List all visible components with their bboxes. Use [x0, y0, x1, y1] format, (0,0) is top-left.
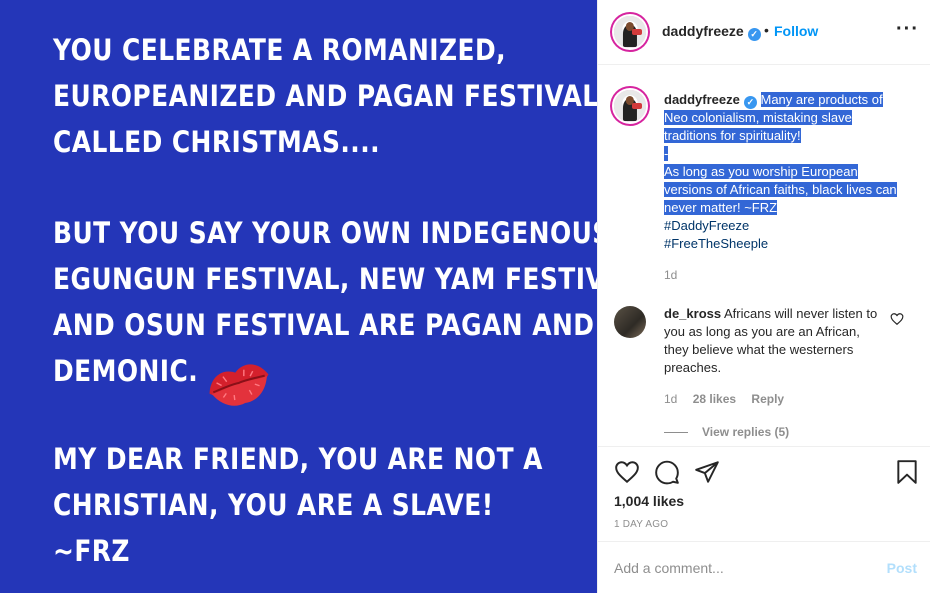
- image-text-paragraph-1: YOU CELEBRATE A ROMANIZED, EUROPEANIZED …: [53, 27, 597, 165]
- image-text-line: AND OSUN FESTIVAL ARE PAGAN AND: [53, 308, 595, 342]
- caption-username[interactable]: daddyfreeze: [664, 92, 740, 107]
- image-text-line: CHRISTIAN, YOU ARE A SLAVE!: [53, 488, 494, 522]
- likes-count[interactable]: 1,004 likes: [614, 493, 684, 509]
- comment-meta: 1d 28 likes Reply: [664, 392, 796, 406]
- follow-button[interactable]: Follow: [774, 23, 818, 39]
- more-options-icon[interactable]: ···: [896, 18, 919, 41]
- comment-input[interactable]: [614, 560, 864, 576]
- image-text-line: MY DEAR FRIEND, YOU ARE NOT A: [53, 442, 543, 476]
- avatar-badge: [632, 102, 642, 109]
- caption-text-line-2: -: [664, 146, 669, 161]
- image-text-line: EUROPEANIZED AND PAGAN FESTIVAL: [53, 79, 597, 113]
- avatar-badge: [632, 28, 642, 35]
- caption-timestamp[interactable]: 1d: [664, 268, 677, 282]
- post-actions: 1,004 likes 1 DAY AGO: [598, 446, 930, 541]
- hashtag-link[interactable]: #DaddyFreeze: [664, 217, 904, 235]
- comment-avatar[interactable]: [614, 306, 646, 338]
- avatar[interactable]: [614, 16, 646, 48]
- header-separator: •: [764, 22, 769, 38]
- add-comment-bar: Post: [598, 541, 930, 593]
- comment-timestamp[interactable]: 1d: [664, 392, 677, 406]
- caption-text-line-3: As long as you worship European versions…: [664, 164, 897, 215]
- image-text-line: DEMONIC.: [53, 354, 199, 388]
- image-text-line: CALLED CHRISTMAS....: [53, 125, 381, 159]
- comment-username[interactable]: de_kross: [664, 306, 721, 321]
- comment-like-heart-icon[interactable]: [890, 312, 904, 326]
- image-text-paragraph-3: MY DEAR FRIEND, YOU ARE NOT A CHRISTIAN,…: [53, 436, 543, 574]
- verified-badge-icon: ✓: [743, 96, 757, 109]
- image-text-paragraph-2: BUT YOU SAY YOUR OWN INDEGENOUS EGUNGUN …: [53, 210, 597, 394]
- share-send-icon[interactable]: [694, 459, 720, 485]
- bookmark-save-icon[interactable]: [894, 459, 920, 485]
- image-text-line: BUT YOU SAY YOUR OWN INDEGENOUS: [53, 216, 597, 250]
- hashtag-link[interactable]: #FreeTheSheeple: [664, 235, 904, 253]
- like-heart-icon[interactable]: [614, 459, 640, 485]
- verified-badge-icon: ✓: [747, 28, 761, 41]
- header-username[interactable]: daddyfreeze: [662, 23, 744, 39]
- image-text-line: YOU CELEBRATE A ROMANIZED,: [53, 33, 507, 67]
- post-image[interactable]: YOU CELEBRATE A ROMANIZED, EUROPEANIZED …: [0, 0, 597, 593]
- view-replies-label[interactable]: View replies (5): [702, 425, 789, 439]
- comment-likes[interactable]: 28 likes: [693, 392, 736, 406]
- view-replies-button[interactable]: View replies (5): [664, 425, 789, 439]
- lips-kiss-icon: [209, 364, 269, 406]
- caption-avatar[interactable]: [614, 90, 646, 122]
- post-header: daddyfreeze ✓ • Follow ···: [598, 0, 930, 65]
- header-username-link[interactable]: daddyfreeze ✓: [662, 23, 761, 41]
- image-text-line: ~FRZ: [53, 534, 130, 568]
- comment: de_kross Africans will never listen to y…: [664, 305, 884, 377]
- view-replies-line: [664, 432, 688, 434]
- post-date[interactable]: 1 DAY AGO: [614, 519, 668, 530]
- comment-bubble-icon[interactable]: [654, 459, 680, 485]
- post-side-panel: daddyfreeze ✓ • Follow ··· daddyfreeze ✓ M…: [597, 0, 930, 593]
- reply-button[interactable]: Reply: [751, 392, 784, 406]
- post-caption: daddyfreeze ✓ Many are products of Neo co…: [664, 91, 904, 253]
- image-text-line: EGUNGUN FESTIVAL, NEW YAM FESTIVAL: [53, 262, 597, 296]
- post-comment-button[interactable]: Post: [887, 560, 917, 576]
